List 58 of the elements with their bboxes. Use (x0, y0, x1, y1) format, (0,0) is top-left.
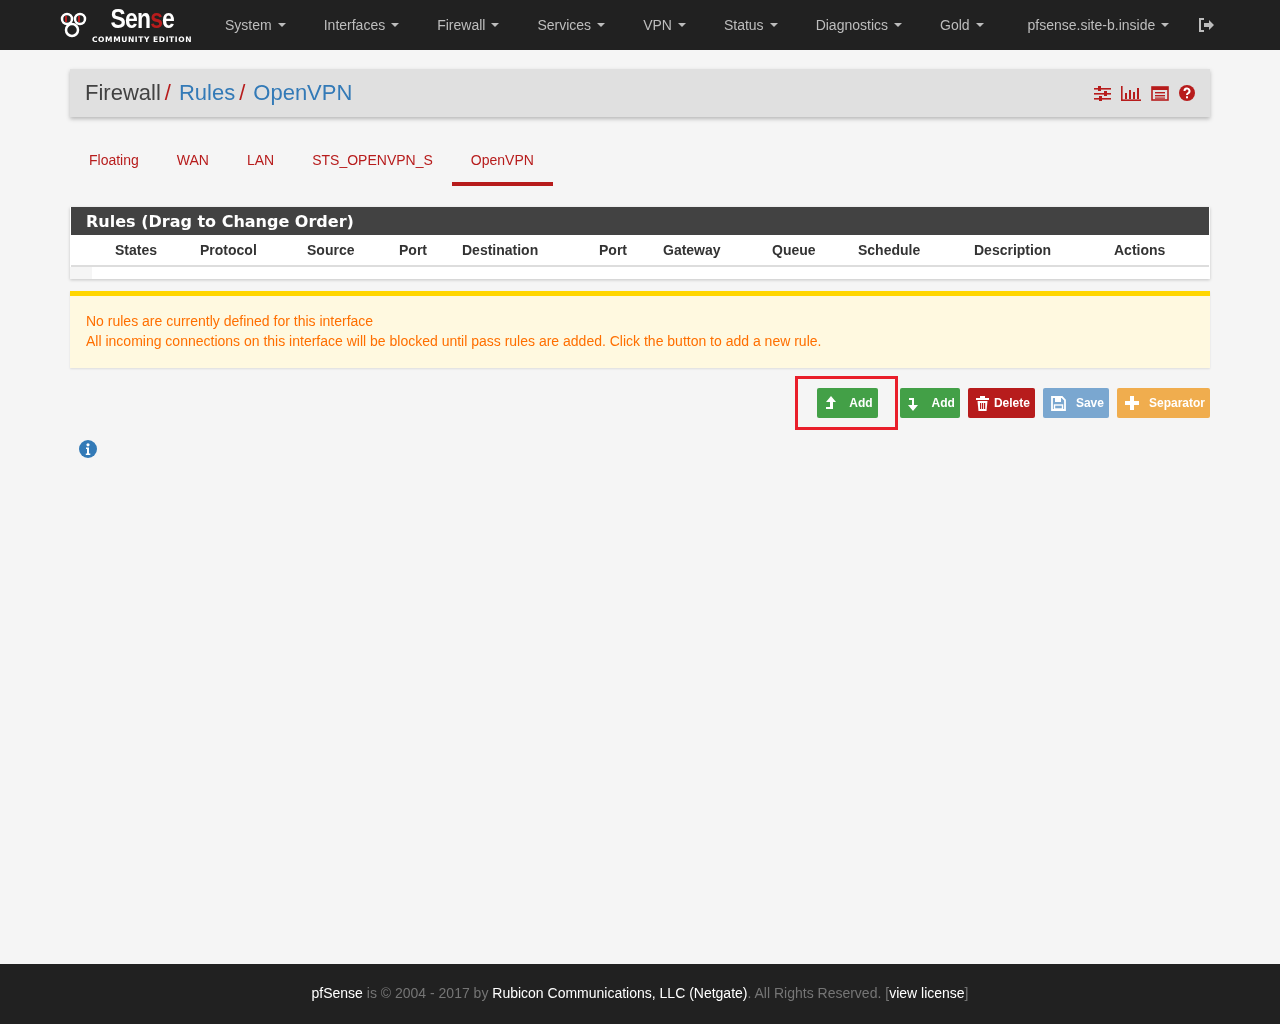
logo-wordmark: Sense (110, 3, 174, 35)
nav-menu[interactable]: Diagnostics (796, 17, 921, 33)
column-header: Gateway (662, 242, 722, 258)
column-header: Description (973, 242, 1052, 258)
column-header: States (114, 242, 159, 258)
breadcrumb-link[interactable]: OpenVPN (253, 80, 353, 105)
plus-icon (1124, 396, 1139, 410)
list-icon[interactable] (1151, 85, 1169, 101)
panel-title: Rules (Drag to Change Order) (71, 207, 1209, 235)
caret-icon (975, 23, 984, 27)
nav-menu[interactable]: System (206, 17, 305, 33)
interface-tab[interactable]: Floating (70, 136, 158, 186)
nav-menu[interactable]: Status (704, 17, 797, 33)
nav-menu[interactable]: pfsense.site-b.inside (1008, 17, 1189, 33)
nav-menu[interactable]: Interfaces (304, 17, 419, 33)
copyright-notice: pfSense is © 2004 - 2017 by Rubicon Communications, LLC (Netgate). All Rights Reserved. [view license] (311, 985, 969, 1001)
column-header: Protocol (199, 242, 258, 258)
license-link[interactable]: view license (889, 985, 965, 1001)
caret-icon (769, 23, 778, 27)
column-header: Port (398, 242, 428, 258)
caret-icon (277, 23, 286, 27)
action-button[interactable]: Add (817, 388, 878, 418)
breadcrumb-separator: / (239, 80, 246, 105)
logout-icon[interactable] (1198, 18, 1214, 32)
column-header: Port (598, 242, 628, 258)
column-header: Source (306, 242, 356, 258)
arrow-up-icon (825, 395, 838, 411)
breadcrumb-separator: / (164, 80, 171, 105)
column-header: Queue (771, 242, 817, 258)
arrow-down-icon (907, 395, 920, 411)
caret-icon (491, 23, 500, 27)
trash-icon (975, 395, 989, 411)
column-header: Destination (461, 242, 540, 258)
interface-tab[interactable]: WAN (157, 136, 228, 186)
sliders-icon[interactable] (1094, 85, 1111, 101)
interface-tab[interactable]: STS_OPENVPN_S (293, 136, 452, 186)
help-icon[interactable] (1179, 85, 1195, 101)
column-header: Actions (1113, 242, 1167, 258)
action-button[interactable]: Delete (967, 388, 1035, 418)
alert-message: All incoming connections on this interface will be blocked until pass rules are added. Click the button to add a new rule. (86, 332, 823, 351)
interface-tab[interactable]: LAN (227, 136, 294, 186)
caret-icon (677, 23, 686, 27)
interface-tab[interactable]: OpenVPN (451, 136, 553, 186)
action-button[interactable]: Add (899, 388, 960, 418)
nav-menu[interactable]: Gold (921, 17, 1003, 33)
caret-icon (597, 23, 606, 27)
caret-icon (894, 23, 902, 27)
info-icon[interactable] (79, 440, 97, 458)
caret-icon (391, 23, 400, 27)
breadcrumb-text: Firewall (85, 80, 161, 105)
nav-menu[interactable]: Firewall (418, 17, 519, 33)
column-header: Schedule (857, 242, 922, 258)
bar-chart-icon[interactable] (1121, 85, 1141, 101)
breadcrumb-link[interactable]: Rules (178, 80, 236, 105)
nav-menu[interactable]: Services (518, 17, 625, 33)
nav-menu[interactable]: VPN (624, 17, 705, 33)
alert-message: No rules are currently defined for this interface (86, 312, 375, 331)
caret-icon (1161, 23, 1170, 27)
